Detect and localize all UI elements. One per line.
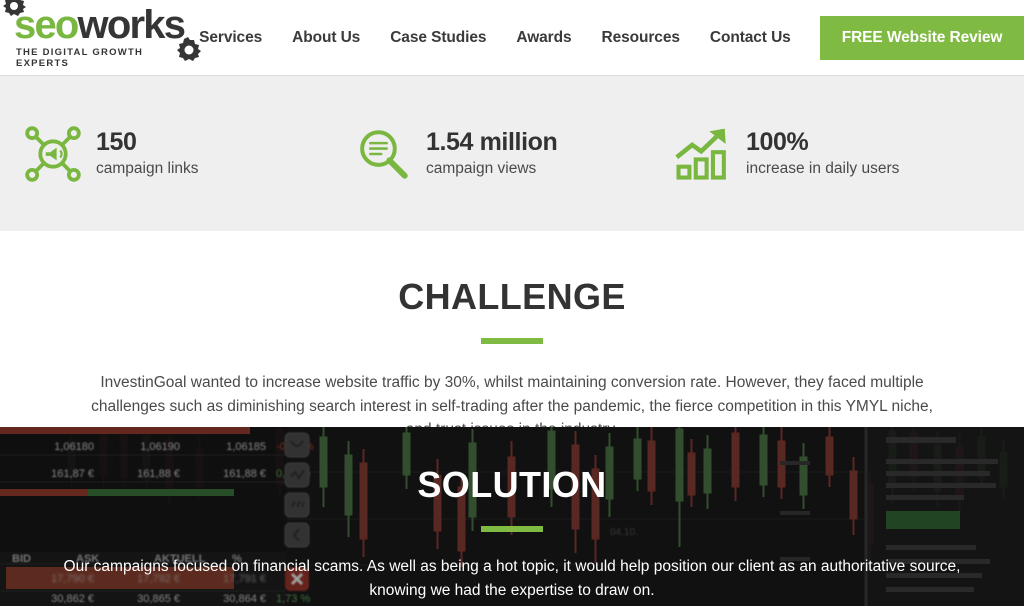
- nav-item-about-us[interactable]: About Us: [277, 29, 375, 47]
- logo-tagline: THE DIGITAL GROWTH EXPERTS: [16, 47, 144, 69]
- solution-underline: [481, 526, 543, 532]
- site-logo[interactable]: seo works THE DIGITAL GROWTH EXPERTS: [3, 0, 202, 69]
- stat-campaign-views: 1.54 million campaign views: [354, 125, 674, 183]
- stat-daily-users: 100% increase in daily users: [674, 125, 1000, 183]
- gear-icon-bottom-right: [177, 37, 202, 61]
- stat-value: 150: [96, 128, 137, 157]
- solution-section: 1,06180 1,06190 1,06185 -0,14 % 161,87 €…: [0, 427, 1024, 606]
- nav-item-resources[interactable]: Resources: [587, 29, 695, 47]
- stat-label: campaign views: [426, 159, 537, 177]
- challenge-section: CHALLENGE InvestinGoal wanted to increas…: [0, 231, 1024, 438]
- challenge-title: CHALLENGE: [398, 276, 626, 317]
- campaign-links-icon: [25, 125, 81, 182]
- free-website-review-button[interactable]: FREE Website Review: [819, 15, 1024, 60]
- site-header: seo works THE DIGITAL GROWTH EXPERTS Serv…: [0, 0, 1024, 76]
- magnifier-icon: [360, 129, 408, 179]
- nav-item-contact-us[interactable]: Contact Us: [695, 29, 806, 47]
- stats-bar: 150 campaign links 1.54 million campaign…: [0, 76, 1024, 231]
- gear-icon-top-left: [3, 0, 26, 16]
- logo-wordmark: seo works: [3, 0, 202, 61]
- stat-value: 100%: [746, 128, 809, 157]
- solution-title: SOLUTION: [417, 464, 607, 505]
- stat-value: 1.54 million: [426, 128, 558, 157]
- growth-chart-icon: [675, 128, 726, 180]
- solution-body: Our campaigns focused on financial scams…: [63, 558, 961, 599]
- nav-item-case-studies[interactable]: Case Studies: [375, 29, 501, 47]
- nav-item-awards[interactable]: Awards: [501, 29, 586, 47]
- stat-label: increase in daily users: [746, 159, 900, 177]
- logo-text-works: works: [77, 3, 186, 47]
- stat-label: campaign links: [96, 159, 199, 177]
- stat-campaign-links: 150 campaign links: [24, 125, 354, 183]
- challenge-underline: [481, 338, 543, 344]
- main-navigation: Services About Us Case Studies Awards Re…: [184, 15, 1024, 60]
